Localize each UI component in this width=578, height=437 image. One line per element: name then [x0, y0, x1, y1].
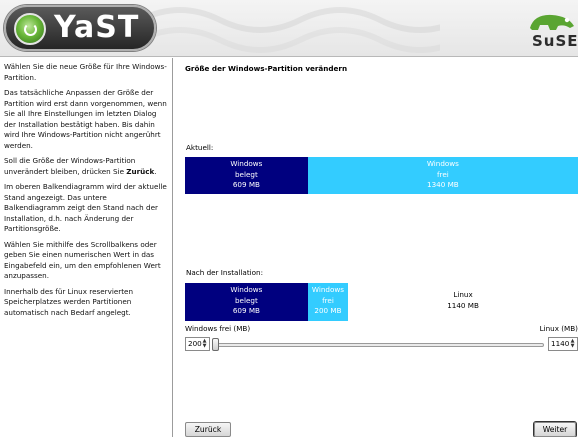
- help-paragraph: Wählen Sie mithilfe des Scrollbalkens od…: [4, 239, 161, 281]
- after-bar-label: Nach der Installation:: [186, 268, 264, 277]
- help-paragraph: Wählen Sie die neue Größe für Ihre Windo…: [4, 62, 167, 82]
- after-windows-used-segment: Windows belegt 609 MB: [185, 283, 308, 321]
- help-back-keyword: Zurück: [126, 166, 155, 176]
- suse-logo-text: SuSE: [532, 32, 578, 50]
- current-windows-free-segment: Windows frei 1340 MB: [307, 157, 578, 194]
- yast-logo-text: YaST: [54, 10, 140, 45]
- header-banner: YaST SuSE: [0, 0, 578, 57]
- main-content: Größe der Windows-Partition verändern Ak…: [174, 58, 578, 437]
- linux-size-spinbox[interactable]: 1140 ▲ ▼: [548, 337, 578, 351]
- after-windows-free-segment: Windows frei 200 MB: [307, 283, 349, 321]
- spin-arrows-icon[interactable]: ▲ ▼: [201, 339, 208, 349]
- banner-decoration: [140, 7, 440, 53]
- dialog-title: Größe der Windows-Partition verändern: [185, 64, 348, 73]
- help-paragraph-unchanged: Soll die Größe der Windows-Partition unv…: [4, 156, 157, 176]
- windows-free-value: 200: [188, 339, 202, 348]
- help-panel: Wählen Sie die neue Größe für Ihre Windo…: [0, 58, 173, 437]
- help-paragraph: Das tatsächliche Anpassen der Größe der …: [4, 88, 167, 150]
- windows-free-label: Windows frei (MB): [185, 324, 251, 333]
- help-paragraph: Innerhalb des für Linux reservierten Spe…: [4, 286, 134, 317]
- linux-size-label: Linux (MB): [539, 324, 578, 333]
- linux-size-value: 1140: [551, 339, 570, 348]
- current-partition-bar: Windows belegt 609 MB Windows frei 1340 MB: [185, 157, 578, 194]
- after-partition-bar: Windows belegt 609 MB Windows frei 200 MB Li…: [185, 283, 578, 321]
- windows-free-spinbox[interactable]: 200 ▲ ▼: [185, 337, 210, 351]
- current-bar-label: Aktuell:: [186, 143, 214, 152]
- spin-arrows-icon[interactable]: ▲ ▼: [569, 339, 576, 349]
- after-linux-segment: Linux 1140 MB: [348, 283, 578, 321]
- back-button[interactable]: Zurück: [185, 422, 231, 437]
- current-windows-used-segment: Windows belegt 609 MB: [185, 157, 308, 194]
- slider-handle[interactable]: [212, 338, 219, 351]
- slider-labels: Windows frei (MB) Linux (MB): [185, 324, 578, 333]
- yast-logo: YaST: [4, 5, 156, 51]
- partition-size-slider[interactable]: [214, 343, 544, 347]
- yast-logo-icon: [14, 13, 46, 45]
- help-paragraph: Im oberen Balkendiagramm wird der aktuel…: [4, 182, 167, 233]
- next-button[interactable]: Weiter: [534, 422, 576, 437]
